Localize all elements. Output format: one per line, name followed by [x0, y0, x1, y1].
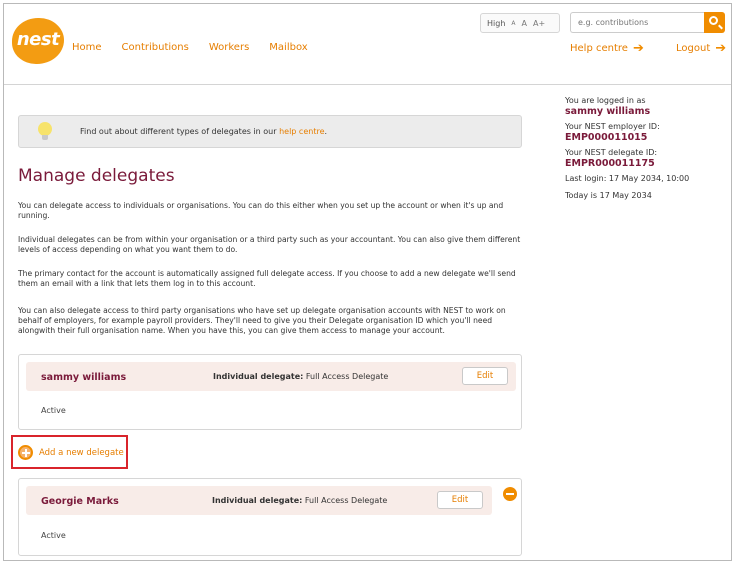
- last-login: Last login: 17 May 2034, 10:00: [565, 174, 690, 183]
- logged-in-label: You are logged in as: [565, 96, 646, 105]
- nav-home[interactable]: Home: [72, 42, 102, 53]
- delegate-status: Active: [41, 406, 66, 415]
- delegate-card-header: sammy williams Individual delegate: Full…: [26, 362, 516, 391]
- text-size-large[interactable]: A+: [533, 19, 545, 28]
- banner-text: Find out about different types of delega…: [80, 127, 328, 136]
- text-size-small[interactable]: A: [511, 20, 515, 27]
- delegate-card-header: Georgie Marks Individual delegate: Full …: [26, 486, 492, 515]
- search-icon: [709, 16, 718, 25]
- header-divider: [4, 84, 731, 85]
- search-input[interactable]: [570, 12, 704, 33]
- search-button[interactable]: [704, 12, 725, 33]
- intro-paragraph-3: The primary contact for the account is a…: [18, 269, 516, 288]
- intro-paragraph-4: You can also delegate access to third pa…: [18, 306, 506, 335]
- edit-delegate-button[interactable]: Edit: [437, 491, 483, 509]
- arrow-right-icon: ➔: [715, 40, 727, 56]
- main-nav: Home Contributions Workers Mailbox: [72, 42, 308, 53]
- text-size-label: High: [487, 18, 506, 28]
- add-delegate-highlight: Add a new delegate: [11, 435, 128, 469]
- logo-text: nest: [16, 29, 60, 50]
- lightbulb-icon: [38, 122, 52, 140]
- delegate-card: sammy williams Individual delegate: Full…: [18, 354, 522, 430]
- arrow-right-icon: ➔: [632, 40, 644, 56]
- delegate-name: sammy williams: [41, 372, 127, 383]
- collapse-minus-icon[interactable]: [503, 487, 517, 501]
- delegate-status: Active: [41, 531, 66, 540]
- plus-circle-icon: [18, 445, 33, 460]
- edit-delegate-button[interactable]: Edit: [462, 367, 508, 385]
- text-size-medium[interactable]: A: [522, 19, 527, 28]
- logout-link[interactable]: Logout ➔: [676, 40, 727, 56]
- help-centre-label: Help centre: [570, 43, 628, 54]
- delegate-card: Georgie Marks Individual delegate: Full …: [18, 478, 522, 556]
- delegate-name: Georgie Marks: [41, 496, 119, 507]
- nest-logo[interactable]: nest: [12, 18, 64, 64]
- delegate-type: Individual delegate: Full Access Delegat…: [213, 372, 389, 381]
- browser-frame: nest Home Contributions Workers Mailbox …: [3, 3, 732, 561]
- search-bar: [570, 12, 725, 33]
- employer-id-label: Your NEST employer ID:: [565, 122, 660, 131]
- intro-paragraph-1: You can delegate access to individuals o…: [18, 201, 504, 220]
- help-centre-link[interactable]: Help centre ➔: [570, 40, 644, 56]
- today-date: Today is 17 May 2034: [565, 191, 652, 200]
- account-info-panel: You are logged in as sammy williams Your…: [565, 95, 725, 201]
- logout-label: Logout: [676, 43, 711, 54]
- page-title: Manage delegates: [18, 166, 175, 186]
- logged-in-user: sammy williams: [565, 106, 651, 117]
- help-centre-inline-link[interactable]: help centre: [279, 127, 324, 136]
- delegate-id-label: Your NEST delegate ID:: [565, 148, 658, 157]
- add-delegate-link[interactable]: Add a new delegate: [18, 445, 124, 460]
- text-size-control: High A A A+: [480, 13, 560, 33]
- nav-mailbox[interactable]: Mailbox: [269, 42, 307, 53]
- intro-paragraph-2: Individual delegates can be from within …: [18, 235, 521, 254]
- info-banner: Find out about different types of delega…: [18, 115, 522, 148]
- delegate-type: Individual delegate: Full Access Delegat…: [212, 496, 388, 505]
- nav-workers[interactable]: Workers: [209, 42, 249, 53]
- employer-id: EMP000011015: [565, 132, 648, 143]
- delegate-id: EMPR000011175: [565, 158, 655, 169]
- add-delegate-label: Add a new delegate: [39, 447, 124, 458]
- nav-contributions[interactable]: Contributions: [122, 42, 189, 53]
